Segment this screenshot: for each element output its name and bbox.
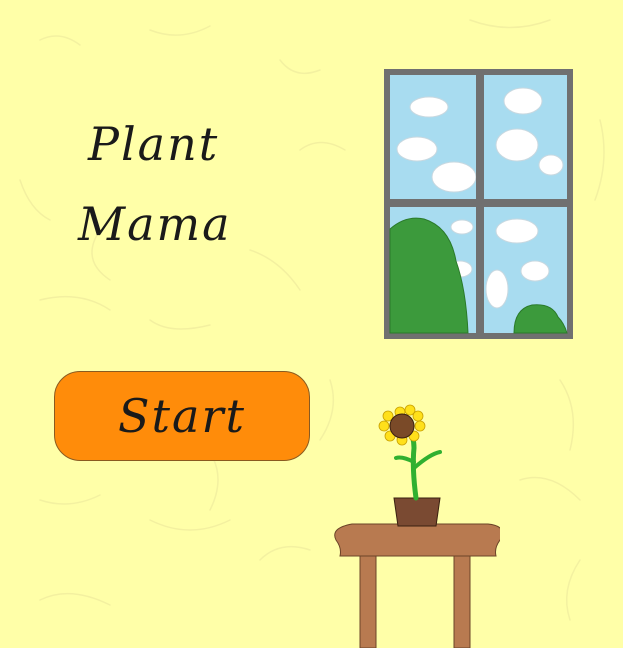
title-line-2: Mama [78,197,232,251]
title-line-1: Plant [88,117,220,171]
start-button[interactable]: Start [54,371,310,461]
side-table-icon [334,523,500,648]
game-title: Plant Mama [70,104,270,264]
window-icon [384,69,573,339]
title-screen: Plant Mama Start [0,0,623,648]
sunflower-icon [334,404,500,648]
start-button-label: Start [118,389,246,443]
